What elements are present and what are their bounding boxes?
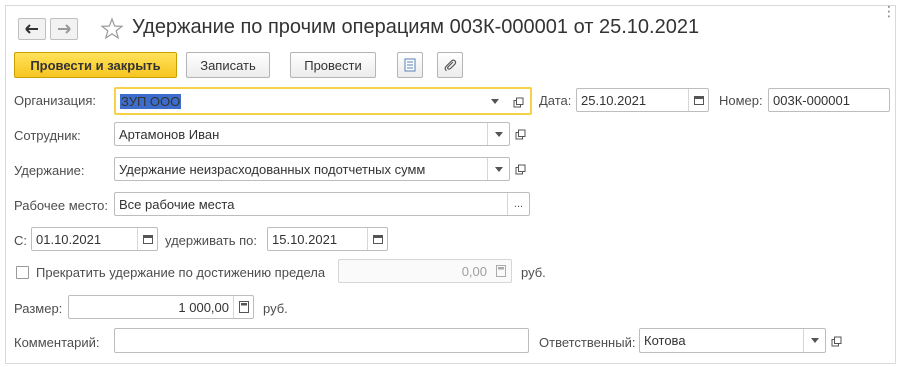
employee-open-button[interactable]: [510, 123, 530, 145]
deduction-open-button[interactable]: [510, 158, 530, 180]
attach-button[interactable]: [437, 52, 463, 78]
deduction-value: Удержание неизрасходованных подотчетных …: [119, 162, 426, 177]
employee-dropdown[interactable]: [487, 123, 509, 145]
from-date-field[interactable]: 01.10.2021: [31, 227, 158, 251]
paperclip-icon: [444, 59, 457, 72]
calendar-icon: [693, 96, 704, 105]
deduction-dropdown[interactable]: [487, 158, 509, 180]
from-label: С:: [14, 233, 27, 248]
stop-limit-unit: руб.: [521, 265, 546, 280]
chevron-down-icon: [491, 98, 499, 104]
open-in-new-icon: [515, 164, 525, 174]
organization-value: ЗУП ООО: [120, 94, 182, 109]
arrow-left-icon: [25, 24, 38, 34]
chevron-down-icon: [810, 338, 819, 343]
date-label: Дата:: [539, 93, 572, 108]
workplace-field[interactable]: Все рабочие места ...: [114, 192, 530, 216]
amount-unit: руб.: [263, 301, 288, 316]
chevron-down-icon: [494, 166, 503, 172]
back-button[interactable]: [18, 18, 46, 40]
number-field[interactable]: 003К-000001: [768, 88, 890, 112]
date-calendar-button[interactable]: [688, 89, 708, 111]
calculator-icon: [238, 301, 249, 313]
organization-label: Организация:: [14, 93, 97, 108]
amount-calculator-button[interactable]: [233, 296, 253, 318]
document-list-icon: [404, 58, 416, 72]
stop-limit-field: 0,00: [338, 259, 512, 283]
organization-dropdown[interactable]: [484, 89, 506, 113]
responsible-open-button[interactable]: [826, 330, 846, 352]
post-and-close-button[interactable]: Провести и закрыть: [14, 52, 177, 78]
responsible-label: Ответственный:: [539, 335, 636, 350]
calculator-icon: [496, 265, 506, 277]
until-label: удерживать по:: [165, 233, 257, 248]
employee-field[interactable]: Артамонов Иван: [114, 122, 510, 146]
workplace-select-button[interactable]: ...: [507, 193, 529, 215]
amount-label: Размер:: [14, 301, 63, 316]
chevron-down-icon: [494, 131, 503, 137]
amount-field[interactable]: 1 000,00: [68, 295, 254, 319]
calendar-icon: [372, 235, 383, 244]
report-button[interactable]: [397, 52, 423, 78]
from-date-value: 01.10.2021: [36, 232, 102, 247]
arrow-right-icon: [58, 24, 71, 34]
responsible-value: Котова: [644, 333, 686, 348]
organization-field[interactable]: ЗУП ООО: [114, 87, 532, 115]
date-value: 25.10.2021: [581, 93, 647, 108]
post-button[interactable]: Провести: [290, 52, 376, 78]
forward-button[interactable]: [50, 18, 78, 40]
page-title: Удержание по прочим операциям 003К-00000…: [132, 16, 700, 38]
organization-open-button[interactable]: [508, 91, 528, 113]
comment-field[interactable]: [114, 328, 529, 353]
number-value: 003К-000001: [773, 93, 850, 108]
workplace-value: Все рабочие места: [119, 197, 235, 212]
until-date-field[interactable]: 15.10.2021: [267, 227, 388, 251]
more-menu-icon[interactable]: ⋮: [882, 4, 896, 18]
stop-limit-checkbox[interactable]: [16, 266, 29, 279]
until-calendar-button[interactable]: [367, 228, 387, 250]
date-field[interactable]: 25.10.2021: [576, 88, 709, 112]
stop-limit-value: 0,00: [461, 264, 487, 279]
save-button[interactable]: Записать: [186, 52, 270, 78]
employee-value: Артамонов Иван: [119, 127, 220, 142]
deduction-field[interactable]: Удержание неизрасходованных подотчетных …: [114, 157, 510, 181]
stop-limit-label: Прекратить удержание по достижению преде…: [36, 265, 326, 280]
star-icon[interactable]: [100, 17, 124, 41]
responsible-dropdown[interactable]: [803, 329, 825, 352]
employee-label: Сотрудник:: [14, 128, 81, 143]
number-label: Номер:: [719, 93, 763, 108]
open-in-new-icon: [515, 129, 525, 139]
from-calendar-button[interactable]: [137, 228, 157, 250]
until-date-value: 15.10.2021: [272, 232, 338, 247]
amount-value: 1 000,00: [178, 300, 229, 315]
ellipsis-icon: ...: [513, 198, 524, 210]
open-in-new-icon: [831, 336, 841, 346]
workplace-label: Рабочее место:: [14, 198, 109, 213]
stop-limit-calculator-button: [491, 260, 511, 282]
comment-label: Комментарий:: [14, 335, 100, 350]
responsible-field[interactable]: Котова: [639, 328, 826, 353]
open-in-new-icon: [513, 97, 523, 107]
calendar-icon: [142, 235, 153, 244]
deduction-label: Удержание:: [14, 163, 85, 178]
